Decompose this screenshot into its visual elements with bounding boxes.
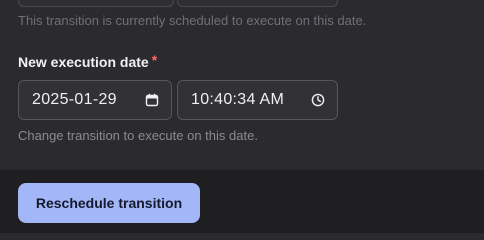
new-time-input[interactable]: 10:40:34 AM: [177, 80, 338, 120]
reschedule-panel: This transition is currently scheduled t…: [0, 0, 484, 233]
clock-icon[interactable]: [311, 93, 325, 107]
new-execution-date-label-text: New execution date: [18, 54, 149, 70]
current-schedule-fields: [18, 0, 338, 7]
form-footer: Reschedule transition: [0, 170, 484, 233]
new-date-value: 2025-01-29: [32, 91, 117, 108]
calendar-icon[interactable]: [145, 93, 159, 107]
new-execution-date-label: New execution date *: [18, 52, 158, 70]
current-time-field[interactable]: [177, 0, 338, 7]
current-date-field[interactable]: [18, 0, 174, 7]
new-date-input[interactable]: 2025-01-29: [18, 80, 172, 120]
required-marker: *: [151, 52, 158, 68]
new-time-value: 10:40:34 AM: [191, 91, 285, 108]
current-schedule-help-text: This transition is currently scheduled t…: [18, 13, 367, 28]
reschedule-transition-button[interactable]: Reschedule transition: [18, 183, 200, 223]
new-date-help-text: Change transition to execute on this dat…: [18, 128, 258, 143]
